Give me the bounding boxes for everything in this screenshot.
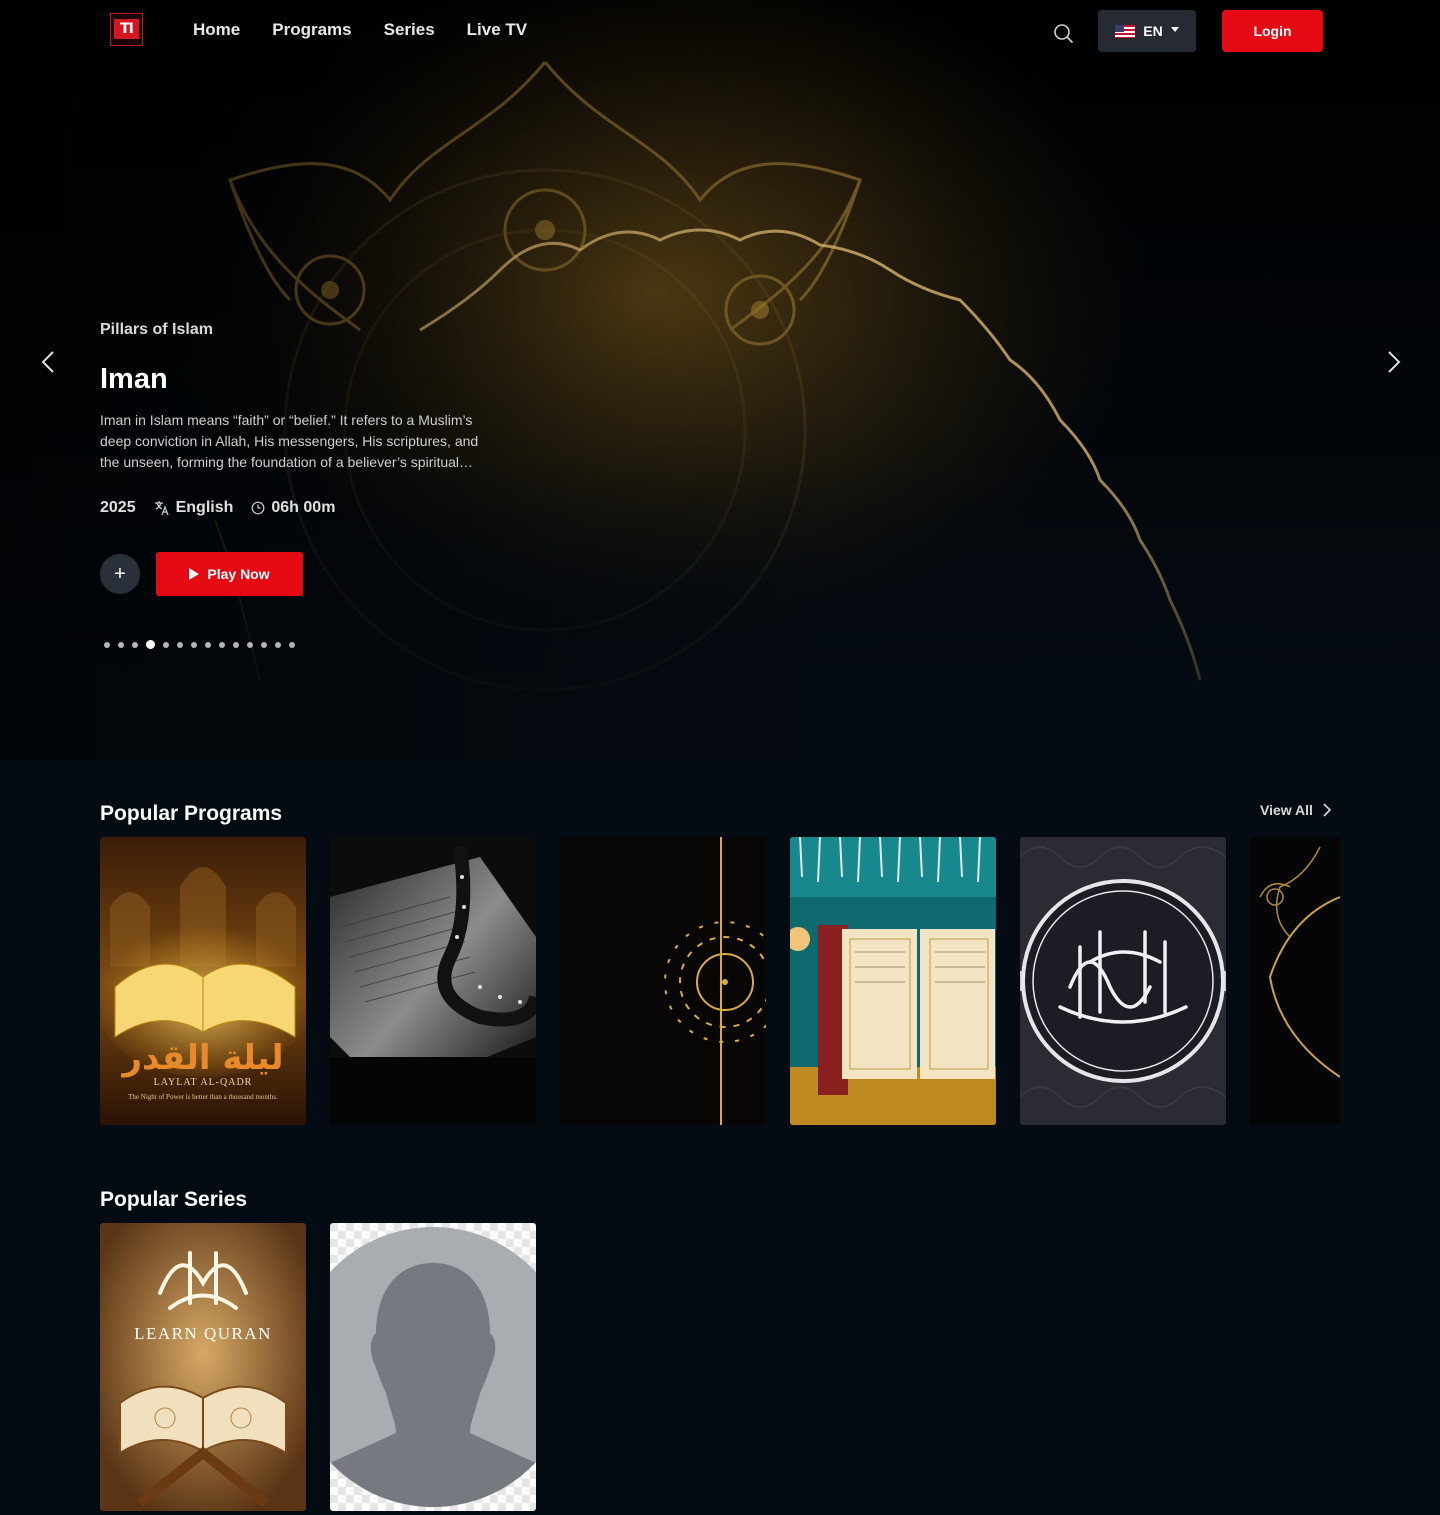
carousel-dot[interactable] (289, 641, 295, 648)
hero-title: Iman (100, 363, 168, 395)
series-card-learn-quran[interactable]: LEARN QURAN (100, 1223, 306, 1511)
popular-series-row: LEARN QURAN (100, 1223, 536, 1511)
view-all-label: View All (1260, 802, 1313, 818)
hero-year: 2025 (100, 499, 136, 517)
quran-beads-poster (330, 837, 536, 1125)
hero-prev-arrow-icon[interactable] (36, 349, 62, 375)
hero-language-text: English (175, 499, 234, 516)
play-now-label: Play Now (207, 566, 270, 582)
hero-actions: + Play Now (100, 552, 500, 596)
hero-content: Pillars of Islam Iman Iman in Islam mean… (100, 320, 500, 596)
login-button[interactable]: Login (1222, 10, 1323, 52)
learn-quran-poster: LEARN QURAN (100, 1223, 306, 1511)
carousel-dot[interactable] (191, 641, 197, 648)
nav-live-tv[interactable]: Live TV (467, 20, 527, 40)
hero-language: English (154, 499, 234, 517)
carousel-dot[interactable] (104, 641, 110, 648)
golden-crescent-poster (560, 837, 766, 1125)
laylat-ar-text: ليلة القدر (120, 1038, 283, 1078)
hero-description: Iman in Islam means “faith” or “belief.”… (100, 412, 479, 470)
main-nav: Home Programs Series Live TV (193, 20, 527, 40)
series-card-placeholder[interactable] (330, 1223, 536, 1511)
play-now-button[interactable]: Play Now (156, 552, 303, 596)
carousel-dot[interactable] (132, 641, 138, 648)
program-card-quran-beads[interactable] (330, 837, 536, 1125)
view-all-link[interactable]: View All (1260, 802, 1331, 818)
carousel-dots (104, 640, 295, 649)
nav-programs[interactable]: Programs (272, 20, 351, 40)
add-to-list-button[interactable]: + (100, 554, 140, 594)
popular-programs-row: ليلة القدر LAYLAT AL-QADR The Night of P… (100, 837, 1340, 1125)
carousel-dot[interactable] (146, 640, 155, 649)
nav-series[interactable]: Series (384, 20, 435, 40)
hero-meta: 2025 English 06h 00m (100, 499, 500, 517)
top-header: TI Home Programs Series Live TV EN Login (0, 0, 1440, 62)
play-icon (189, 568, 200, 580)
golden-mandala-poster (1250, 837, 1340, 1125)
hero-duration: 06h 00m (251, 499, 335, 517)
search-icon[interactable] (1052, 22, 1074, 44)
program-card-golden-mandala[interactable] (1250, 837, 1340, 1125)
carousel-dot[interactable] (177, 641, 183, 648)
nav-home[interactable]: Home (193, 20, 240, 40)
hero-next-arrow-icon[interactable] (1380, 349, 1406, 375)
carousel-dot[interactable] (261, 641, 267, 648)
translate-icon (154, 501, 169, 516)
logo-mark: TI (114, 18, 139, 39)
hero-duration-text: 06h 00m (271, 499, 336, 516)
learn-quran-text: LEARN QURAN (134, 1324, 272, 1343)
hero-category: Pillars of Islam (100, 321, 213, 338)
carousel-dot[interactable] (275, 641, 281, 648)
us-flag-icon (1115, 24, 1136, 38)
program-card-calligraphy[interactable] (1020, 837, 1226, 1125)
hero-year-text: 2025 (100, 499, 136, 516)
program-card-golden-crescent[interactable] (560, 837, 766, 1125)
program-card-quran-mat[interactable] (790, 837, 996, 1125)
laylat-tagline-text: The Night of Power is better than a thou… (128, 1093, 278, 1101)
carousel-dot[interactable] (163, 641, 169, 648)
language-label: EN (1143, 23, 1163, 39)
carousel-dot[interactable] (247, 641, 253, 648)
carousel-dot[interactable] (219, 641, 225, 648)
placeholder-avatar-image (330, 1223, 536, 1511)
calligraphy-poster (1020, 837, 1226, 1125)
clock-icon (251, 501, 265, 515)
popular-programs-title: Popular Programs (100, 802, 283, 825)
site-logo[interactable]: TI (110, 13, 143, 46)
carousel-dot[interactable] (205, 641, 211, 648)
laylat-al-qadr-poster: ليلة القدر LAYLAT AL-QADR The Night of P… (100, 837, 306, 1125)
carousel-dot[interactable] (233, 641, 239, 648)
popular-series-title: Popular Series (100, 1188, 248, 1211)
language-selector[interactable]: EN (1098, 10, 1196, 52)
caret-down-icon (1170, 26, 1179, 32)
quran-mat-poster (790, 837, 996, 1125)
program-card-laylat-al-qadr[interactable]: ليلة القدر LAYLAT AL-QADR The Night of P… (100, 837, 306, 1125)
carousel-dot[interactable] (118, 641, 124, 648)
chevron-right-icon (1323, 803, 1331, 817)
laylat-en-text: LAYLAT AL-QADR (154, 1077, 253, 1088)
